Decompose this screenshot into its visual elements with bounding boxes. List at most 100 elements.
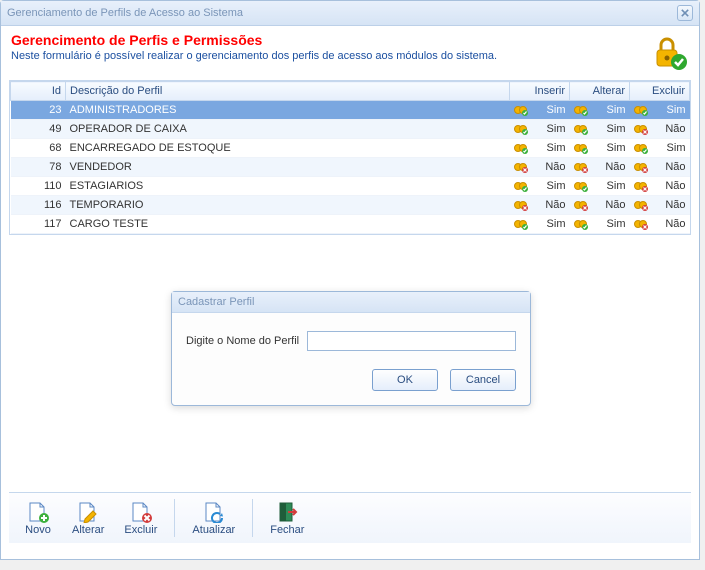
- cell-delete: Sim: [630, 139, 690, 158]
- cell-desc: CARGO TESTE: [66, 215, 510, 234]
- ok-button[interactable]: OK: [372, 369, 438, 391]
- cell-insert: Sim: [510, 139, 570, 158]
- table-row[interactable]: 110ESTAGIARIOSSimSimNão: [11, 177, 690, 196]
- people-x-icon: [634, 217, 648, 231]
- grid-header-row: Id Descrição do Perfil Inserir Alterar E…: [11, 82, 690, 101]
- grid: Id Descrição do Perfil Inserir Alterar E…: [9, 80, 691, 235]
- delete-button[interactable]: Excluir: [115, 497, 166, 539]
- people-check-icon: [514, 122, 528, 136]
- table-row[interactable]: 68ENCARREGADO DE ESTOQUESimSimSim: [11, 139, 690, 158]
- table-row[interactable]: 49OPERADOR DE CAIXASimSimNão: [11, 120, 690, 139]
- cell-id: 49: [11, 120, 66, 139]
- cell-insert: Sim: [510, 101, 570, 120]
- people-check-icon: [574, 217, 588, 231]
- cell-id: 110: [11, 177, 66, 196]
- lock-check-icon: [649, 32, 689, 72]
- col-delete[interactable]: Excluir: [630, 82, 690, 101]
- people-check-icon: [574, 141, 588, 155]
- toolbar-separator: [174, 499, 175, 537]
- col-insert[interactable]: Inserir: [510, 82, 570, 101]
- cell-delete: Sim: [630, 101, 690, 120]
- window-close-button[interactable]: [677, 5, 693, 21]
- profile-name-input[interactable]: [307, 331, 516, 351]
- table-row[interactable]: 78VENDEDORNãoNãoNão: [11, 158, 690, 177]
- cell-delete: Não: [630, 177, 690, 196]
- people-check-icon: [574, 122, 588, 136]
- people-x-icon: [574, 160, 588, 174]
- refresh-label: Atualizar: [192, 524, 235, 536]
- cell-id: 68: [11, 139, 66, 158]
- col-update[interactable]: Alterar: [570, 82, 630, 101]
- cell-id: 116: [11, 196, 66, 215]
- toolbar: Novo Alterar Excluir Atualizar Fec: [9, 492, 691, 543]
- table-row[interactable]: 117CARGO TESTESimSimNão: [11, 215, 690, 234]
- people-x-icon: [514, 160, 528, 174]
- cancel-button[interactable]: Cancel: [450, 369, 516, 391]
- people-x-icon: [574, 198, 588, 212]
- cell-update: Sim: [570, 177, 630, 196]
- people-x-icon: [514, 198, 528, 212]
- cell-update: Sim: [570, 139, 630, 158]
- document-delete-icon: [127, 500, 155, 524]
- dialog-title: Cadastrar Perfil: [178, 296, 254, 308]
- cell-delete: Não: [630, 120, 690, 139]
- table-row[interactable]: 116TEMPORARIONãoNãoNão: [11, 196, 690, 215]
- edit-label: Alterar: [72, 524, 104, 536]
- window-title: Gerenciamento de Perfils de Acesso ao Si…: [7, 7, 243, 19]
- cell-delete: Não: [630, 196, 690, 215]
- document-edit-icon: [74, 500, 102, 524]
- cell-desc: ENCARREGADO DE ESTOQUE: [66, 139, 510, 158]
- toolbar-separator: [252, 499, 253, 537]
- cell-desc: ESTAGIARIOS: [66, 177, 510, 196]
- people-x-icon: [634, 198, 648, 212]
- title-bar: Gerenciamento de Perfils de Acesso ao Si…: [1, 1, 699, 26]
- people-check-icon: [514, 141, 528, 155]
- cell-id: 23: [11, 101, 66, 120]
- new-button[interactable]: Novo: [15, 497, 61, 539]
- delete-label: Excluir: [124, 524, 157, 536]
- people-check-icon: [514, 217, 528, 231]
- cell-update: Não: [570, 196, 630, 215]
- page-subtitle: Neste formulário é possível realizar o g…: [11, 50, 497, 62]
- document-new-icon: [24, 500, 52, 524]
- people-check-icon: [634, 141, 648, 155]
- people-x-icon: [634, 179, 648, 193]
- cell-desc: VENDEDOR: [66, 158, 510, 177]
- close-label: Fechar: [270, 524, 304, 536]
- refresh-button[interactable]: Atualizar: [183, 497, 244, 539]
- cell-update: Sim: [570, 101, 630, 120]
- profile-name-label: Digite o Nome do Perfil: [186, 335, 299, 347]
- cell-insert: Sim: [510, 215, 570, 234]
- col-id[interactable]: Id: [11, 82, 66, 101]
- cell-update: Sim: [570, 215, 630, 234]
- header: Gerencimento de Perfis e Permissões Nest…: [1, 26, 699, 74]
- cell-update: Sim: [570, 120, 630, 139]
- page-title: Gerencimento de Perfis e Permissões: [11, 32, 497, 48]
- cell-id: 78: [11, 158, 66, 177]
- people-check-icon: [514, 103, 528, 117]
- people-check-icon: [514, 179, 528, 193]
- main-window: Gerenciamento de Perfils de Acesso ao Si…: [0, 0, 700, 560]
- cell-insert: Sim: [510, 120, 570, 139]
- cell-desc: TEMPORARIO: [66, 196, 510, 215]
- cell-desc: ADMINISTRADORES: [66, 101, 510, 120]
- edit-button[interactable]: Alterar: [63, 497, 113, 539]
- people-check-icon: [634, 103, 648, 117]
- cell-delete: Não: [630, 158, 690, 177]
- cell-insert: Não: [510, 158, 570, 177]
- dialog-title-bar: Cadastrar Perfil: [172, 292, 530, 313]
- new-label: Novo: [25, 524, 51, 536]
- document-refresh-icon: [200, 500, 228, 524]
- header-text: Gerencimento de Perfis e Permissões Nest…: [11, 32, 497, 62]
- cell-update: Não: [570, 158, 630, 177]
- people-check-icon: [574, 179, 588, 193]
- table-row[interactable]: 23ADMINISTRADORESSimSimSim: [11, 101, 690, 120]
- cell-id: 117: [11, 215, 66, 234]
- cell-delete: Não: [630, 215, 690, 234]
- cell-insert: Sim: [510, 177, 570, 196]
- col-desc[interactable]: Descrição do Perfil: [66, 82, 510, 101]
- people-check-icon: [574, 103, 588, 117]
- people-x-icon: [634, 160, 648, 174]
- close-button[interactable]: Fechar: [261, 497, 313, 539]
- register-profile-dialog: Cadastrar Perfil Digite o Nome do Perfil…: [171, 291, 531, 406]
